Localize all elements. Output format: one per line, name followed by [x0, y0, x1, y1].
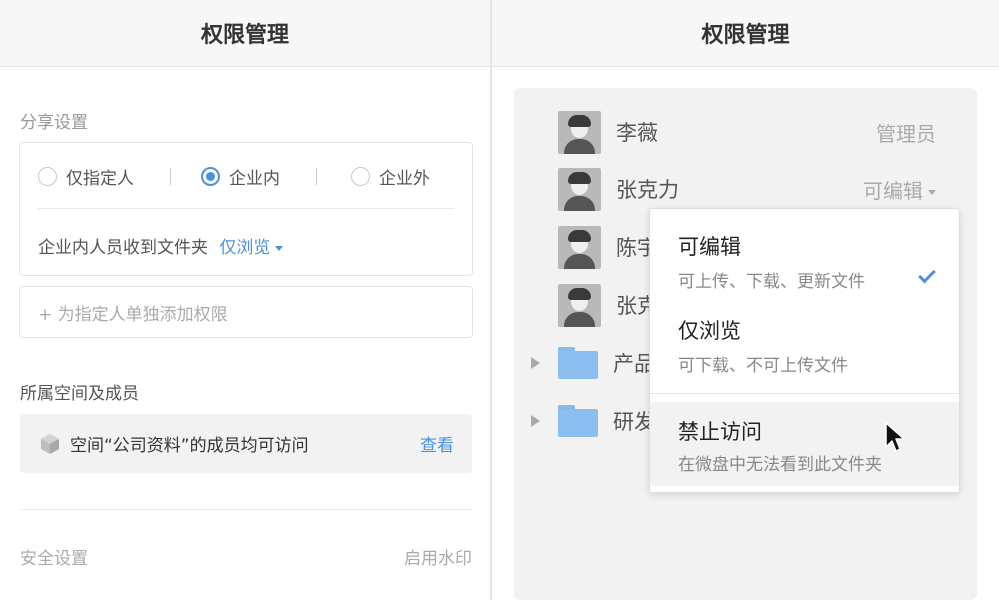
- member-name: 张克力: [616, 178, 679, 202]
- radio-label: 仅指定人: [66, 168, 134, 189]
- folder-icon: [558, 405, 598, 437]
- share-settings-card: 仅指定人 企业内 企业外 企业内人员收到文件夹 仅浏览: [19, 142, 473, 276]
- avatar: [558, 283, 601, 327]
- mouse-cursor-icon: [885, 422, 905, 452]
- watermark-toggle-label[interactable]: 启用水印: [404, 544, 472, 569]
- option-title: 可编辑: [678, 235, 741, 259]
- option-view-only[interactable]: 仅浏览 可下载、不可上传文件: [650, 315, 959, 385]
- avatar: [558, 110, 601, 154]
- internal-permission-row: 企业内人员收到文件夹 仅浏览: [38, 233, 284, 258]
- security-settings-label: 安全设置: [20, 549, 88, 569]
- page-title: 权限管理: [0, 0, 490, 67]
- chevron-down-icon: [928, 189, 936, 195]
- space-members-label: 所属空间及成员: [20, 384, 139, 404]
- member-row[interactable]: 李薇 管理员: [558, 110, 936, 154]
- option-title: 禁止访问: [678, 420, 762, 444]
- add-person-label: + 为指定人单独添加权限: [38, 304, 228, 325]
- radio-label: 企业内: [229, 168, 280, 189]
- avatar: [558, 167, 601, 211]
- avatar: [558, 225, 601, 269]
- member-role-dropdown[interactable]: 可编辑: [863, 175, 936, 204]
- radio-selected-icon: [201, 166, 220, 186]
- menu-divider: [650, 393, 959, 394]
- member-role: 管理员: [876, 121, 936, 146]
- option-no-access[interactable]: 禁止访问 在微盘中无法看到此文件夹: [650, 402, 959, 486]
- page-title: 权限管理: [492, 0, 999, 67]
- space-access-text: 空间“公司资料”的成员均可访问: [70, 436, 309, 456]
- radio-external[interactable]: 企业外: [351, 164, 430, 189]
- internal-permission-text: 企业内人员收到文件夹: [38, 238, 208, 258]
- share-settings-label: 分享设置: [20, 113, 88, 133]
- divider: [38, 208, 454, 209]
- expand-arrow-icon[interactable]: [531, 415, 540, 427]
- chevron-down-icon: [275, 245, 284, 251]
- member-role-value: 可编辑: [863, 178, 923, 203]
- radio-circle-icon: [38, 166, 57, 186]
- divider: [20, 509, 472, 510]
- option-can-edit[interactable]: 可编辑 可上传、下载、更新文件: [650, 231, 959, 301]
- space-access-box: 空间“公司资料”的成员均可访问 查看: [20, 414, 472, 473]
- option-desc: 可上传、下载、更新文件: [678, 272, 865, 292]
- option-desc: 在微盘中无法看到此文件夹: [678, 455, 882, 475]
- expand-arrow-icon[interactable]: [531, 357, 540, 369]
- radio-internal[interactable]: 企业内: [201, 164, 280, 189]
- radio-divider: [170, 167, 171, 185]
- radio-circle-icon: [351, 166, 370, 186]
- internal-permission-value: 仅浏览: [219, 238, 271, 258]
- internal-permission-dropdown[interactable]: 仅浏览: [219, 238, 284, 258]
- option-desc: 可下载、不可上传文件: [678, 356, 848, 376]
- radio-divider: [316, 167, 317, 185]
- share-scope-radio-group: 仅指定人 企业内 企业外: [38, 161, 454, 191]
- view-members-link[interactable]: 查看: [420, 431, 454, 456]
- role-dropdown-menu: 可编辑 可上传、下载、更新文件 仅浏览 可下载、不可上传文件 禁止访问 在微盘中…: [649, 208, 960, 493]
- option-title: 仅浏览: [678, 319, 741, 343]
- radio-label: 企业外: [379, 168, 430, 189]
- member-row[interactable]: 张克力 可编辑: [558, 167, 936, 211]
- member-name: 李薇: [616, 121, 658, 145]
- add-person-permission-button[interactable]: + 为指定人单独添加权限: [19, 286, 473, 338]
- cube-icon: [41, 434, 59, 454]
- permissions-panel-left: 权限管理 分享设置 仅指定人 企业内 企业外 企业内人员收到文件夹 仅浏览 + …: [0, 0, 490, 600]
- radio-specified-people[interactable]: 仅指定人: [38, 164, 134, 189]
- folder-icon: [558, 347, 598, 379]
